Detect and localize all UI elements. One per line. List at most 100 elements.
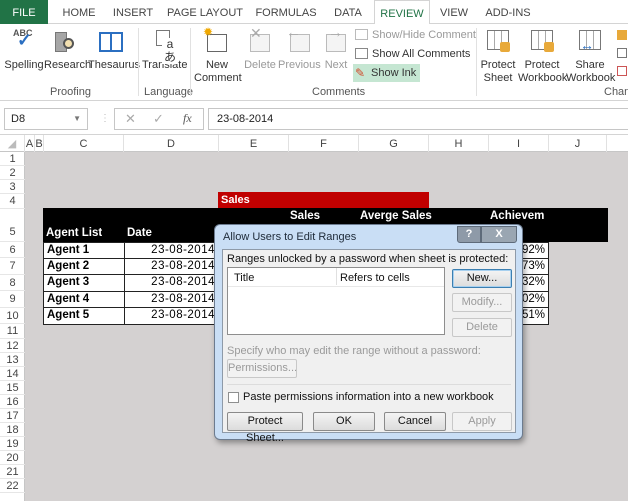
modify-range-button[interactable]: Modify... [452, 293, 512, 312]
ranges-list[interactable]: Title Refers to cells [227, 267, 445, 335]
row-header[interactable]: 19 [0, 437, 25, 451]
row-header[interactable]: 11 [0, 324, 25, 339]
agent-cell[interactable]: Agent 3 [43, 274, 125, 292]
header-sales[interactable]: Sales [290, 210, 320, 222]
cancel-icon[interactable]: ✕ [125, 111, 136, 127]
date-cell[interactable]: 23-08-2014 [124, 307, 219, 325]
changes-group-label: Chan [604, 86, 628, 98]
row-header[interactable]: 16 [0, 395, 25, 409]
header-date[interactable]: Date [127, 227, 152, 239]
delete-comment-button[interactable]: ✕ Delete [242, 26, 278, 72]
row-header[interactable]: 17 [0, 409, 25, 423]
column-header-h[interactable]: H [429, 135, 489, 152]
column-header-j[interactable]: J [549, 135, 607, 152]
tab-file[interactable]: FILE [0, 0, 48, 24]
allow-edit-ranges-icon[interactable] [617, 30, 627, 40]
close-button[interactable]: X [481, 226, 517, 243]
row-header[interactable]: 6 [0, 242, 25, 258]
agent-cell[interactable]: Agent 5 [43, 307, 125, 325]
delete-range-button[interactable]: Delete [452, 318, 512, 337]
date-cell[interactable]: 23-08-2014 [124, 242, 219, 259]
show-ink-button[interactable]: ✎ Show Ink [353, 64, 421, 82]
tab-view[interactable]: VIEW [434, 0, 474, 24]
row-header[interactable]: 8 [0, 275, 25, 291]
row-header[interactable]: 7 [0, 258, 25, 275]
row-header[interactable]: 20 [0, 451, 25, 465]
column-header-f[interactable]: F [289, 135, 359, 152]
show-hide-comment-button[interactable]: Show/Hide Comment [354, 26, 476, 44]
help-button[interactable]: ? [457, 226, 481, 243]
header-agent-list[interactable]: Agent List [46, 227, 102, 239]
select-all-corner[interactable]: ◢ [0, 135, 25, 152]
row-header[interactable]: 2 [0, 166, 25, 180]
new-comment-button[interactable]: ✹ New Comment [194, 26, 242, 85]
column-header-b[interactable]: B [35, 135, 44, 152]
tab-insert[interactable]: INSERT [108, 0, 158, 24]
show-all-comments-button[interactable]: Show All Comments [354, 45, 470, 63]
header-achievement[interactable]: Achievem [490, 210, 544, 222]
cancel-button[interactable]: Cancel [384, 412, 446, 431]
apply-button[interactable]: Apply [452, 412, 512, 431]
share-protect-icon[interactable] [617, 66, 627, 76]
row-header[interactable]: 18 [0, 423, 25, 437]
row-header[interactable]: 15 [0, 381, 25, 395]
previous-comment-button[interactable]: ← Previous [278, 25, 321, 72]
row-header[interactable]: 22 [0, 479, 25, 493]
row-header[interactable]: 9 [0, 291, 25, 308]
column-header-c[interactable]: C [44, 135, 124, 152]
date-cell[interactable]: 23-08-2014 [124, 258, 219, 275]
tab-review[interactable]: REVIEW [374, 0, 430, 25]
column-header-a[interactable]: A [25, 135, 35, 152]
track-changes-icon[interactable] [617, 48, 627, 58]
ok-button[interactable]: OK [313, 412, 375, 431]
agent-cell[interactable]: Agent 4 [43, 291, 125, 308]
row-header[interactable]: 5 [0, 209, 25, 242]
column-header-i[interactable]: I [489, 135, 549, 152]
column-title[interactable]: Title [234, 272, 254, 284]
date-cell[interactable]: 23-08-2014 [124, 274, 219, 292]
name-box[interactable]: D8 ▼ [4, 108, 88, 130]
insert-function-icon[interactable]: fx [183, 111, 192, 126]
sales-banner[interactable]: Sales [218, 192, 429, 208]
row-header[interactable]: 12 [0, 339, 25, 353]
paste-permissions-label[interactable]: Paste permissions information into a new… [243, 391, 494, 403]
protect-sheet-dialog-button[interactable]: Protect Sheet... [227, 412, 303, 444]
share-workbook-button[interactable]: ↔ Share Workbook [566, 28, 615, 85]
tab-formulas[interactable]: FORMULAS [252, 0, 320, 24]
column-divider[interactable] [336, 268, 337, 285]
permissions-button[interactable]: Permissions... [227, 359, 297, 378]
thesaurus-button[interactable]: Thesaurus [88, 28, 140, 72]
proofing-group-label: Proofing [50, 86, 91, 98]
row-header[interactable]: 1 [0, 152, 25, 166]
row-header[interactable]: 3 [0, 180, 25, 194]
date-cell[interactable]: 23-08-2014 [124, 291, 219, 308]
spelling-button[interactable]: ABC ✓ Spelling [4, 28, 44, 72]
column-header-g[interactable]: G [359, 135, 429, 152]
agent-cell[interactable]: Agent 2 [43, 258, 125, 275]
protect-workbook-button[interactable]: Protect Workbook [518, 28, 567, 85]
research-button[interactable]: Research [44, 28, 91, 72]
column-header-e[interactable]: E [219, 135, 289, 152]
row-header[interactable]: 10 [0, 308, 25, 324]
column-header-d[interactable]: D [124, 135, 219, 152]
enter-icon[interactable]: ✓ [153, 111, 164, 127]
chevron-down-icon[interactable]: ▼ [73, 109, 81, 129]
next-comment-button[interactable]: → Next [320, 25, 352, 72]
row-header[interactable]: 21 [0, 465, 25, 479]
new-range-button[interactable]: New... [452, 269, 512, 288]
protect-sheet-button[interactable]: Protect Sheet [478, 28, 518, 85]
header-avg-sales[interactable]: Averge Sales [360, 210, 432, 222]
column-refers-to-cells[interactable]: Refers to cells [340, 272, 410, 284]
translate-button[interactable]: aあ Translate [142, 28, 187, 72]
row-header[interactable]: 4 [0, 194, 25, 209]
formula-input[interactable]: 23-08-2014 [208, 108, 628, 130]
row-header[interactable]: 13 [0, 353, 25, 367]
tab-page-layout[interactable]: PAGE LAYOUT [164, 0, 246, 24]
agent-cell[interactable]: Agent 1 [43, 242, 125, 259]
paste-permissions-checkbox[interactable] [228, 392, 239, 403]
row-header[interactable]: 14 [0, 367, 25, 381]
tab-home[interactable]: HOME [56, 0, 102, 24]
tab-add-ins[interactable]: ADD-INS [480, 0, 536, 24]
tab-data[interactable]: DATA [326, 0, 370, 24]
drag-handle-icon[interactable]: ⋮ [100, 113, 110, 124]
